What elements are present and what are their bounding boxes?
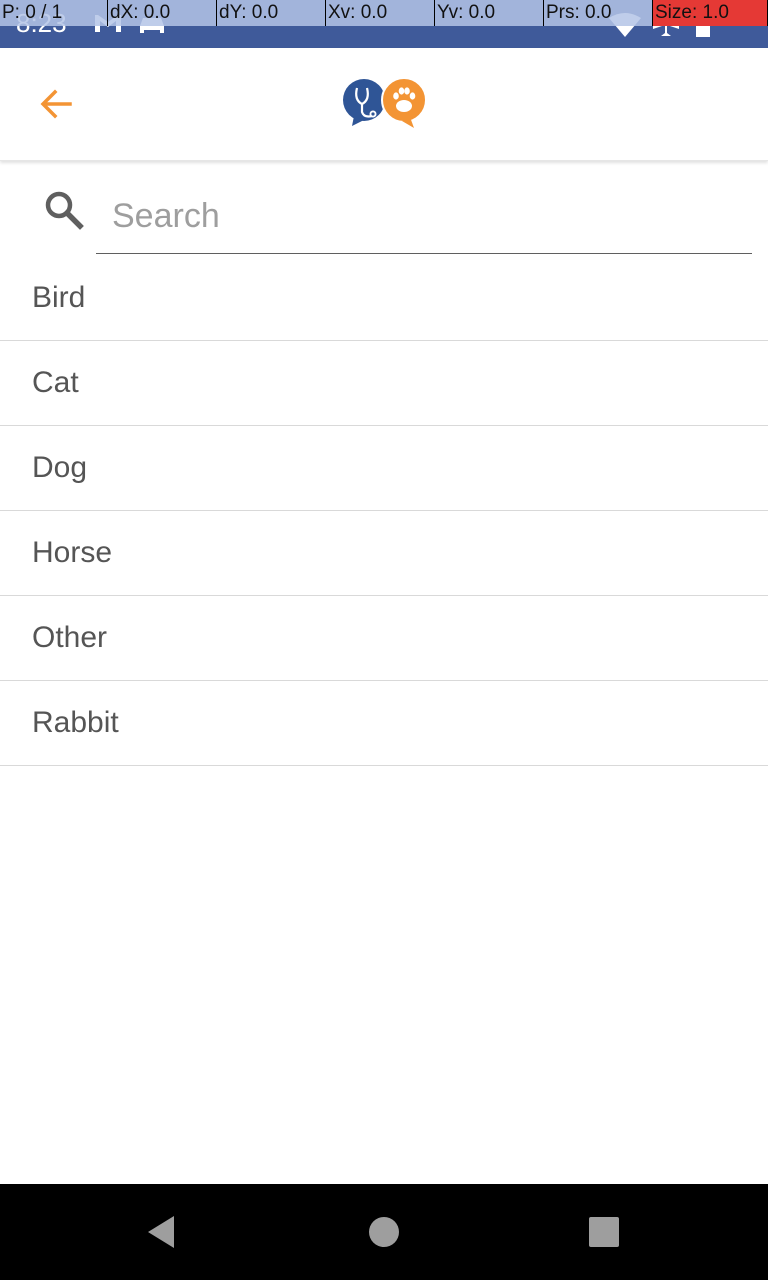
list-item[interactable]: Cat: [0, 341, 768, 426]
arrow-left-icon: [40, 89, 72, 119]
debug-xv: Xv: 0.0: [326, 0, 435, 26]
recents-square-icon[interactable]: [580, 1208, 628, 1256]
debug-pressure: Prs: 0.0: [544, 0, 653, 26]
pointer-debug-overlay: P: 0 / 1 dX: 0.0 dY: 0.0 Xv: 0.0 Yv: 0.0…: [0, 0, 768, 26]
back-triangle-icon[interactable]: [140, 1208, 188, 1256]
species-list: Bird Cat Dog Horse Other Rabbit: [0, 256, 768, 766]
search-bar: [0, 160, 768, 256]
search-icon: [45, 191, 84, 230]
home-circle-icon[interactable]: [360, 1208, 408, 1256]
debug-size: Size: 1.0: [653, 0, 768, 26]
list-item[interactable]: Dog: [0, 426, 768, 511]
vet-paw-logo: [343, 77, 427, 128]
list-item[interactable]: Horse: [0, 511, 768, 596]
debug-dx: dX: 0.0: [108, 0, 217, 26]
debug-yv: Yv: 0.0: [435, 0, 544, 26]
list-item[interactable]: Rabbit: [0, 681, 768, 766]
debug-dy: dY: 0.0: [217, 0, 326, 26]
debug-pointer-count: P: 0 / 1: [0, 0, 108, 26]
navigation-bar: [0, 1184, 768, 1280]
list-item[interactable]: Bird: [0, 256, 768, 341]
back-button[interactable]: [28, 80, 84, 128]
list-item[interactable]: Other: [0, 596, 768, 681]
search-input[interactable]: [96, 180, 752, 254]
app-bar: [0, 48, 768, 161]
